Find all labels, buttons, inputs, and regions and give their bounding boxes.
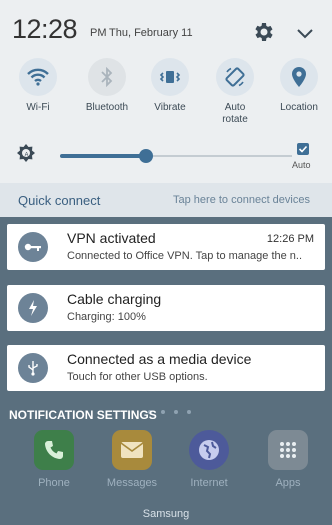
tile-bluetooth[interactable]: Bluetooth — [78, 58, 136, 114]
dock-app-messages[interactable]: Messages — [102, 430, 162, 489]
key-icon — [18, 232, 48, 262]
quick-connect-bar[interactable]: Quick connect Tap here to connect device… — [0, 183, 332, 217]
brightness-icon: A — [17, 144, 35, 162]
quick-connect-title: Quick connect — [18, 193, 101, 208]
bluetooth-icon — [88, 58, 126, 96]
quick-panel: 12:28 PM Thu, February 11 Wi-Fi Bluetoot… — [0, 0, 332, 183]
dock-app-apps[interactable]: Apps — [258, 430, 318, 489]
notification-charging[interactable]: Cable charging Charging: 100% — [7, 285, 325, 331]
internet-icon — [189, 430, 229, 470]
tile-bluetooth-label: Bluetooth — [85, 102, 129, 113]
tile-auto-rotate-label: Auto rotate — [222, 102, 248, 125]
tile-wifi[interactable]: Wi-Fi — [9, 58, 67, 114]
tile-vibrate-label: Vibrate — [154, 102, 186, 113]
dock-app-phone[interactable]: Phone — [24, 430, 84, 489]
dock-app-label: Messages — [106, 477, 158, 489]
clock-ampm: PM — [90, 27, 107, 39]
dock-app-label: Apps — [275, 477, 301, 489]
notification-vpn[interactable]: VPN activated 12:26 PM Connected to Offi… — [7, 224, 325, 270]
tile-location[interactable]: Location — [270, 58, 328, 114]
clock-time: 12:28 — [12, 14, 78, 44]
notification-subtitle: Charging: 100% — [67, 311, 146, 323]
tile-location-label: Location — [280, 102, 318, 113]
auto-brightness-checkbox[interactable] — [297, 143, 309, 155]
notification-title: VPN activated — [67, 230, 156, 246]
phone-icon — [34, 430, 74, 470]
usb-icon — [18, 353, 48, 383]
wifi-icon — [19, 58, 57, 96]
brightness-slider-fill — [60, 154, 146, 158]
chevron-down-icon[interactable] — [294, 22, 316, 44]
notification-subtitle: Connected to Office VPN. Tap to manage t… — [67, 250, 303, 262]
tile-auto-rotate[interactable]: Auto rotate — [206, 58, 264, 126]
vibrate-icon — [151, 58, 189, 96]
notification-subtitle: Touch for other USB options. — [67, 371, 208, 383]
dock-app-internet[interactable]: Internet — [179, 430, 239, 489]
home-folder-label: Samsung — [142, 508, 190, 520]
quick-connect-hint: Tap here to connect devices — [173, 194, 310, 206]
apps-icon — [268, 430, 308, 470]
clock-date[interactable]: Thu, February 11 — [109, 27, 193, 39]
lightning-icon — [18, 293, 48, 323]
notification-settings-button[interactable]: NOTIFICATION SETTINGS — [9, 408, 157, 422]
tile-wifi-label: Wi-Fi — [26, 102, 50, 113]
notification-usb[interactable]: Connected as a media device Touch for ot… — [7, 345, 325, 391]
dock-app-label: Phone — [38, 477, 70, 489]
notification-title: Connected as a media device — [67, 351, 252, 367]
auto-brightness-label: Auto — [292, 160, 311, 170]
notification-title: Cable charging — [67, 291, 162, 307]
location-icon — [280, 58, 318, 96]
auto-rotate-icon — [216, 58, 254, 96]
messages-icon — [112, 430, 152, 470]
tile-vibrate[interactable]: Vibrate — [141, 58, 199, 114]
brightness-slider-thumb[interactable] — [139, 149, 153, 163]
gear-icon[interactable] — [251, 20, 275, 44]
dock-app-label: Internet — [190, 477, 228, 489]
notification-time: 12:26 PM — [266, 233, 314, 245]
svg-text:A: A — [25, 153, 29, 159]
